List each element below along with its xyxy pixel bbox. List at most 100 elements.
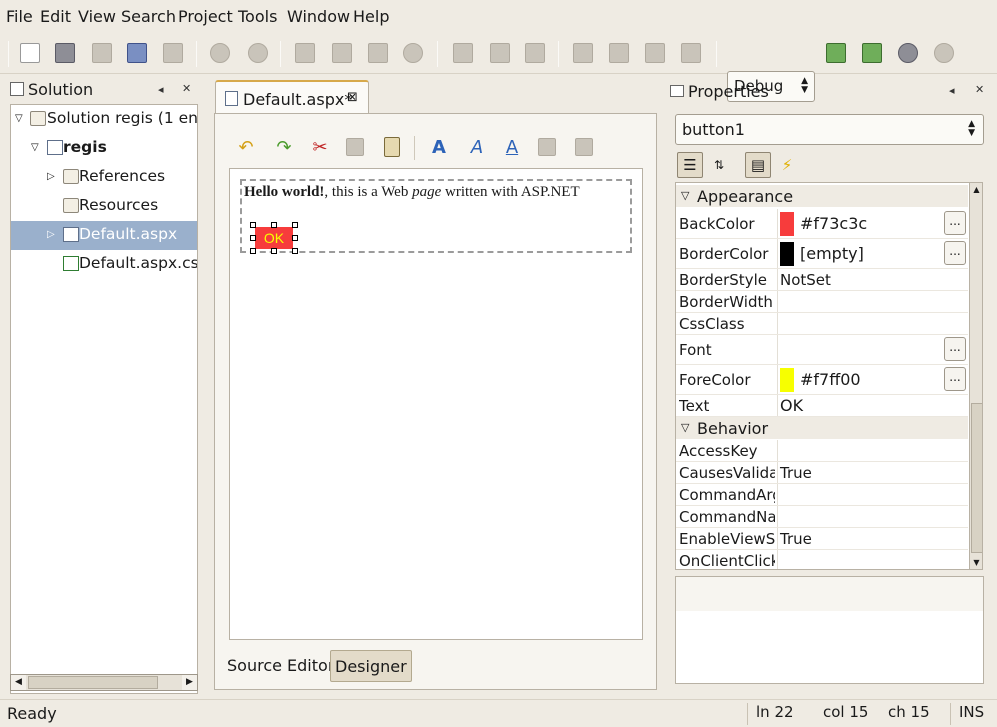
property-row[interactable]: BackColor #f73c3c ... bbox=[676, 209, 968, 239]
save-all-button[interactable] bbox=[122, 39, 152, 67]
resize-handle[interactable] bbox=[250, 235, 256, 241]
design-form[interactable]: Hello world!, this is a Web page written… bbox=[240, 179, 632, 254]
build-button[interactable] bbox=[821, 39, 851, 67]
collapsed-arrow-icon[interactable]: ▷ bbox=[47, 229, 55, 240]
edit-color-button[interactable]: ... bbox=[944, 367, 966, 391]
sort-alphabetical-button[interactable]: ⇅ bbox=[706, 152, 732, 178]
category-behavior[interactable]: ▽ Behavior bbox=[676, 417, 968, 439]
property-row[interactable]: BorderWidth bbox=[676, 291, 968, 313]
menu-project[interactable]: Project bbox=[178, 7, 233, 26]
tree-item-default-aspx-cs[interactable]: Default.aspx.cs bbox=[11, 250, 197, 279]
designer-cut-button[interactable]: ✂ bbox=[307, 134, 333, 160]
save-button[interactable] bbox=[87, 39, 117, 67]
properties-view-button[interactable]: ▤ bbox=[745, 152, 771, 178]
copy-button[interactable] bbox=[327, 39, 357, 67]
property-grid-scrollbar[interactable]: ▲ ▼ bbox=[969, 183, 982, 569]
tab-designer[interactable]: Designer bbox=[330, 650, 412, 682]
edit-color-button[interactable]: ... bbox=[944, 241, 966, 265]
object-select[interactable]: button1 ▲ ▼ bbox=[675, 114, 984, 145]
scroll-up-icon[interactable]: ▲ bbox=[970, 183, 982, 196]
menu-window[interactable]: Window bbox=[287, 7, 350, 26]
run-button[interactable] bbox=[893, 39, 923, 67]
tree-item-default-aspx[interactable]: ▷ Default.aspx bbox=[11, 221, 197, 250]
document-tab[interactable]: Default.aspx* ⊠ bbox=[215, 80, 369, 114]
menu-edit[interactable]: Edit bbox=[40, 7, 71, 26]
resize-handle[interactable] bbox=[292, 235, 298, 241]
designer-copy-button[interactable] bbox=[342, 134, 368, 160]
resize-handle[interactable] bbox=[271, 222, 277, 228]
property-row[interactable]: Font ... bbox=[676, 335, 968, 365]
panel-close-icon[interactable]: ✕ bbox=[975, 83, 984, 96]
tree-item-project[interactable]: ▽ regis bbox=[11, 134, 197, 163]
resize-handle[interactable] bbox=[292, 222, 298, 228]
panel-close-icon[interactable]: ✕ bbox=[182, 82, 191, 95]
resize-handle[interactable] bbox=[250, 222, 256, 228]
property-row[interactable]: AccessKey bbox=[676, 440, 968, 462]
print-preview-button[interactable] bbox=[158, 39, 188, 67]
dock-pin-icon[interactable]: ◂ bbox=[158, 83, 164, 96]
menu-search[interactable]: Search bbox=[121, 7, 176, 26]
redo-button[interactable] bbox=[243, 39, 273, 67]
expanded-arrow-icon[interactable]: ▽ bbox=[681, 421, 689, 434]
menu-view[interactable]: View bbox=[78, 7, 116, 26]
cut-button[interactable] bbox=[290, 39, 320, 67]
stop-button[interactable] bbox=[398, 39, 428, 67]
designer-paste-button[interactable] bbox=[379, 134, 405, 160]
outdent-button[interactable] bbox=[571, 134, 597, 160]
tab-close-icon[interactable]: ⊠ bbox=[347, 90, 358, 105]
expanded-arrow-icon[interactable]: ▽ bbox=[31, 142, 39, 153]
dock-pin-icon[interactable]: ◂ bbox=[949, 84, 955, 97]
undo-button[interactable] bbox=[205, 39, 235, 67]
property-row[interactable]: CausesValidation True bbox=[676, 462, 968, 484]
italic-button[interactable]: A bbox=[464, 134, 490, 160]
expanded-arrow-icon[interactable]: ▽ bbox=[15, 113, 23, 124]
scrollbar-thumb[interactable] bbox=[971, 403, 982, 553]
scroll-left-icon[interactable]: ◀ bbox=[11, 675, 26, 690]
solution-horizontal-scrollbar[interactable]: ◀ ▶ bbox=[10, 674, 198, 691]
print-button[interactable] bbox=[50, 39, 80, 67]
ok-button[interactable]: OK bbox=[255, 227, 293, 249]
property-row[interactable]: BorderColor [empty] ... bbox=[676, 239, 968, 269]
property-row[interactable]: CssClass bbox=[676, 313, 968, 335]
find-in-files-button[interactable] bbox=[485, 39, 515, 67]
categorized-view-button[interactable]: ☰ bbox=[677, 152, 703, 178]
bookmark-toggle-button[interactable] bbox=[568, 39, 598, 67]
new-file-button[interactable] bbox=[15, 39, 45, 67]
menu-file[interactable]: File bbox=[6, 7, 33, 26]
bold-button[interactable]: A bbox=[426, 134, 452, 160]
scrollbar-thumb[interactable] bbox=[28, 676, 158, 689]
property-row[interactable]: CommandName bbox=[676, 506, 968, 528]
underline-button[interactable]: A bbox=[499, 134, 525, 160]
rebuild-button[interactable] bbox=[857, 39, 887, 67]
edit-color-button[interactable]: ... bbox=[944, 211, 966, 235]
tab-source-editor[interactable]: Source Editor bbox=[223, 650, 338, 682]
designer-undo-button[interactable]: ↶ bbox=[233, 134, 259, 160]
property-row[interactable]: CommandArgument bbox=[676, 484, 968, 506]
stop-build-button[interactable] bbox=[929, 39, 959, 67]
events-view-button[interactable]: ⚡ bbox=[774, 152, 800, 178]
property-row[interactable]: BorderStyle NotSet bbox=[676, 269, 968, 291]
property-row[interactable]: Text OK bbox=[676, 395, 968, 417]
category-appearance[interactable]: ▽ Appearance bbox=[676, 185, 968, 207]
find-button[interactable] bbox=[448, 39, 478, 67]
tree-item-solution[interactable]: ▽ Solution regis (1 entry) bbox=[11, 105, 197, 134]
replace-button[interactable] bbox=[520, 39, 550, 67]
bookmark-next-button[interactable] bbox=[640, 39, 670, 67]
collapsed-arrow-icon[interactable]: ▷ bbox=[47, 171, 55, 182]
paste-button[interactable] bbox=[363, 39, 393, 67]
resize-handle[interactable] bbox=[292, 248, 298, 254]
solution-tree[interactable]: ▽ Solution regis (1 entry) ▽ regis ▷ Ref… bbox=[10, 104, 198, 694]
menu-help[interactable]: Help bbox=[353, 7, 389, 26]
scroll-down-icon[interactable]: ▼ bbox=[970, 556, 982, 569]
menu-tools[interactable]: Tools bbox=[238, 7, 277, 26]
edit-font-button[interactable]: ... bbox=[944, 337, 966, 361]
bookmark-clear-button[interactable] bbox=[676, 39, 706, 67]
page-text[interactable]: Hello world!, this is a Web page written… bbox=[244, 184, 580, 201]
property-row[interactable]: OnClientClick bbox=[676, 550, 968, 569]
resize-handle[interactable] bbox=[271, 248, 277, 254]
tree-item-resources[interactable]: Resources bbox=[11, 192, 197, 221]
property-row[interactable]: EnableViewState True bbox=[676, 528, 968, 550]
resize-handle[interactable] bbox=[250, 248, 256, 254]
designer-redo-button[interactable]: ↷ bbox=[271, 134, 297, 160]
bookmark-prev-button[interactable] bbox=[604, 39, 634, 67]
